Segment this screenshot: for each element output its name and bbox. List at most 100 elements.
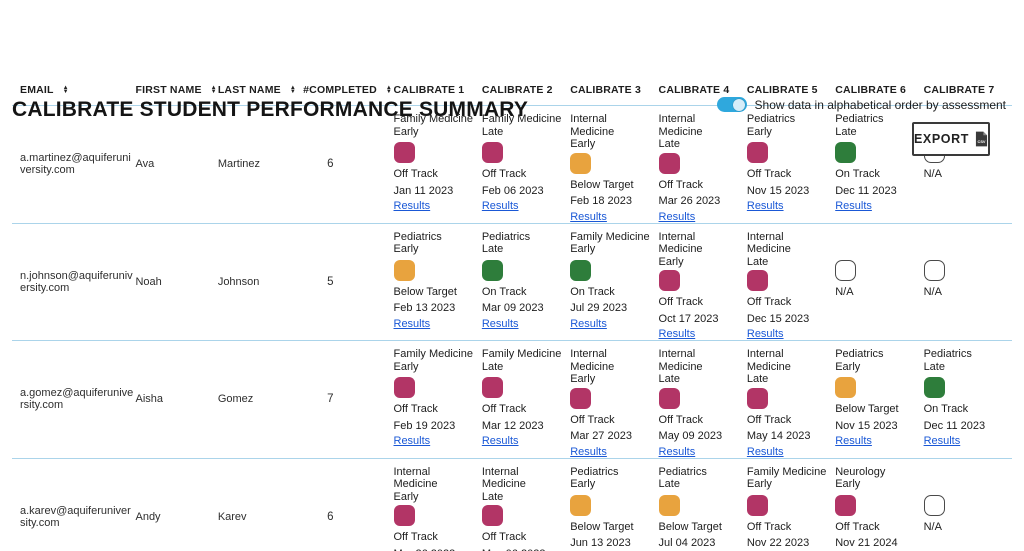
table-row: a.karev@aquiferuniversity.comAndyKarev6I… (12, 458, 1012, 551)
status-swatch-on-track (924, 377, 945, 398)
status-label: Off Track (482, 531, 564, 544)
status-label: N/A (924, 286, 1006, 299)
column-header-label: LAST NAME (218, 84, 281, 96)
status-swatch-off-track (394, 377, 415, 398)
completed-count-cell: 6 (303, 458, 393, 551)
assessment-name: Internal MedicineEarly (394, 466, 476, 504)
table-row: a.gomez@aquiferuniversity.comAishaGomez7… (12, 341, 1012, 459)
sort-icon[interactable]: ▲▼ (290, 86, 296, 95)
status-label: N/A (924, 168, 1006, 181)
assessment-date: Feb 19 2023 (394, 420, 476, 433)
calibrate-1-cell: Internal MedicineEarlyOff TrackMar 26 20… (394, 458, 482, 551)
status-label: Off Track (747, 296, 829, 309)
calibrate-3-cell: Family MedicineEarlyOn TrackJul 29 2023R… (570, 223, 658, 341)
status-label: On Track (570, 286, 652, 299)
assessment-date: May 09 2023 (659, 430, 741, 443)
status-swatch-off-track (659, 153, 680, 174)
completed-count-cell: 5 (303, 223, 393, 341)
calibrate-6-cell: NeurologyEarlyOff TrackNov 21 2024Result… (835, 458, 923, 551)
email-cell: n.johnson@aquiferuniversity.com (12, 223, 135, 341)
status-swatch-off-track (835, 495, 856, 516)
status-label: Off Track (659, 296, 741, 309)
calibrate-5-cell: PediatricsEarlyOff TrackNov 15 2023Resul… (747, 106, 835, 224)
results-link[interactable]: Results (482, 435, 519, 447)
results-link[interactable]: Results (835, 200, 872, 212)
results-link[interactable]: Results (659, 328, 696, 340)
column-header-label: CALIBRATE 4 (659, 84, 730, 96)
calibrate-5-cell: Family MedicineEarlyOff TrackNov 22 2023… (747, 458, 835, 551)
calibrate-7-cell: N/A (924, 223, 1012, 341)
assessment-name (924, 231, 1006, 258)
sort-icon[interactable]: ▲▼ (386, 86, 392, 95)
assessment-name: PediatricsLate (924, 348, 1006, 375)
export-button-label: EXPORT (914, 132, 969, 146)
status-swatch-below-target (394, 260, 415, 281)
assessment-name: Internal MedicineLate (659, 348, 741, 386)
assessment-date: Mar 12 2023 (482, 420, 564, 433)
status-swatch-na (924, 260, 945, 281)
results-link[interactable]: Results (394, 318, 431, 330)
results-link[interactable]: Results (570, 446, 607, 458)
assessment-date: Jan 11 2023 (394, 185, 476, 198)
toggle-knob (733, 99, 745, 111)
last-name-cell: Karev (218, 458, 303, 551)
assessment-date: Mar 09 2023 (482, 302, 564, 315)
assessment-name: Family MedicineEarly (394, 348, 476, 375)
results-link[interactable]: Results (924, 435, 961, 447)
last-name-cell: Martinez (218, 106, 303, 224)
results-link[interactable]: Results (394, 200, 431, 212)
status-label: Off Track (394, 531, 476, 544)
results-link[interactable]: Results (394, 435, 431, 447)
assessment-date: Jun 13 2023 (570, 537, 652, 550)
assessment-date: Mar 26 2023 (659, 195, 741, 208)
table-row: a.martinez@aquiferuniversity.comAvaMarti… (12, 106, 1012, 224)
status-swatch-below-target (570, 153, 591, 174)
assessment-date: Feb 13 2023 (394, 302, 476, 315)
status-label: Below Target (835, 403, 917, 416)
results-link[interactable]: Results (835, 435, 872, 447)
assessment-name: PediatricsEarly (747, 113, 829, 140)
csv-file-icon: CSV (975, 131, 988, 147)
assessment-name: Internal MedicineEarly (659, 231, 741, 269)
results-link[interactable]: Results (482, 200, 519, 212)
results-link[interactable]: Results (570, 211, 607, 223)
status-swatch-below-target (570, 495, 591, 516)
calibrate-summary-page: CALIBRATE STUDENT PERFORMANCE SUMMARY Sh… (0, 84, 1024, 551)
status-swatch-off-track (482, 505, 503, 526)
status-label: Off Track (394, 403, 476, 416)
assessment-name: PediatricsEarly (394, 231, 476, 258)
sort-icon[interactable]: ▲▼ (211, 86, 217, 95)
assessment-date: May 06 2023 (482, 548, 564, 551)
assessment-name: PediatricsLate (659, 466, 741, 493)
calibrate-4-cell: Internal MedicineEarlyOff TrackOct 17 20… (659, 223, 747, 341)
results-link[interactable]: Results (659, 211, 696, 223)
alphabetical-order-toggle[interactable] (717, 97, 747, 112)
assessment-date: Nov 15 2023 (835, 420, 917, 433)
status-swatch-off-track (747, 142, 768, 163)
email-cell: a.martinez@aquiferuniversity.com (12, 106, 135, 224)
assessment-date: Dec 11 2023 (835, 185, 917, 198)
calibrate-7-cell: PediatricsLateOn TrackDec 11 2023Results (924, 341, 1012, 459)
calibrate-4-cell: Internal MedicineLateOff TrackMay 09 202… (659, 341, 747, 459)
status-label: N/A (924, 521, 1006, 534)
column-header-label: FIRST NAME (135, 84, 201, 96)
results-link[interactable]: Results (747, 328, 784, 340)
status-swatch-na (835, 260, 856, 281)
status-swatch-off-track (394, 505, 415, 526)
calibrate-1-cell: Family MedicineEarly Off Track Feb 19 2023… (394, 341, 482, 459)
assessment-date: Feb 18 2023 (570, 195, 652, 208)
sort-icon[interactable]: ▲▼ (63, 86, 69, 95)
results-link[interactable]: Results (570, 318, 607, 330)
assessment-name: Family MedicineLate (482, 348, 564, 375)
status-swatch-on-track (482, 260, 503, 281)
calibrate-2-cell: Family MedicineLateOff TrackMar 12 2023R… (482, 341, 570, 459)
status-label: On Track (835, 168, 917, 181)
results-link[interactable]: Results (747, 200, 784, 212)
results-link[interactable]: Results (482, 318, 519, 330)
results-link[interactable]: Results (747, 446, 784, 458)
status-label: Off Track (747, 521, 829, 534)
status-label: On Track (924, 403, 1006, 416)
results-link[interactable]: Results (659, 446, 696, 458)
assessment-date: Dec 15 2023 (747, 313, 829, 326)
export-button[interactable]: EXPORT CSV (912, 122, 990, 156)
